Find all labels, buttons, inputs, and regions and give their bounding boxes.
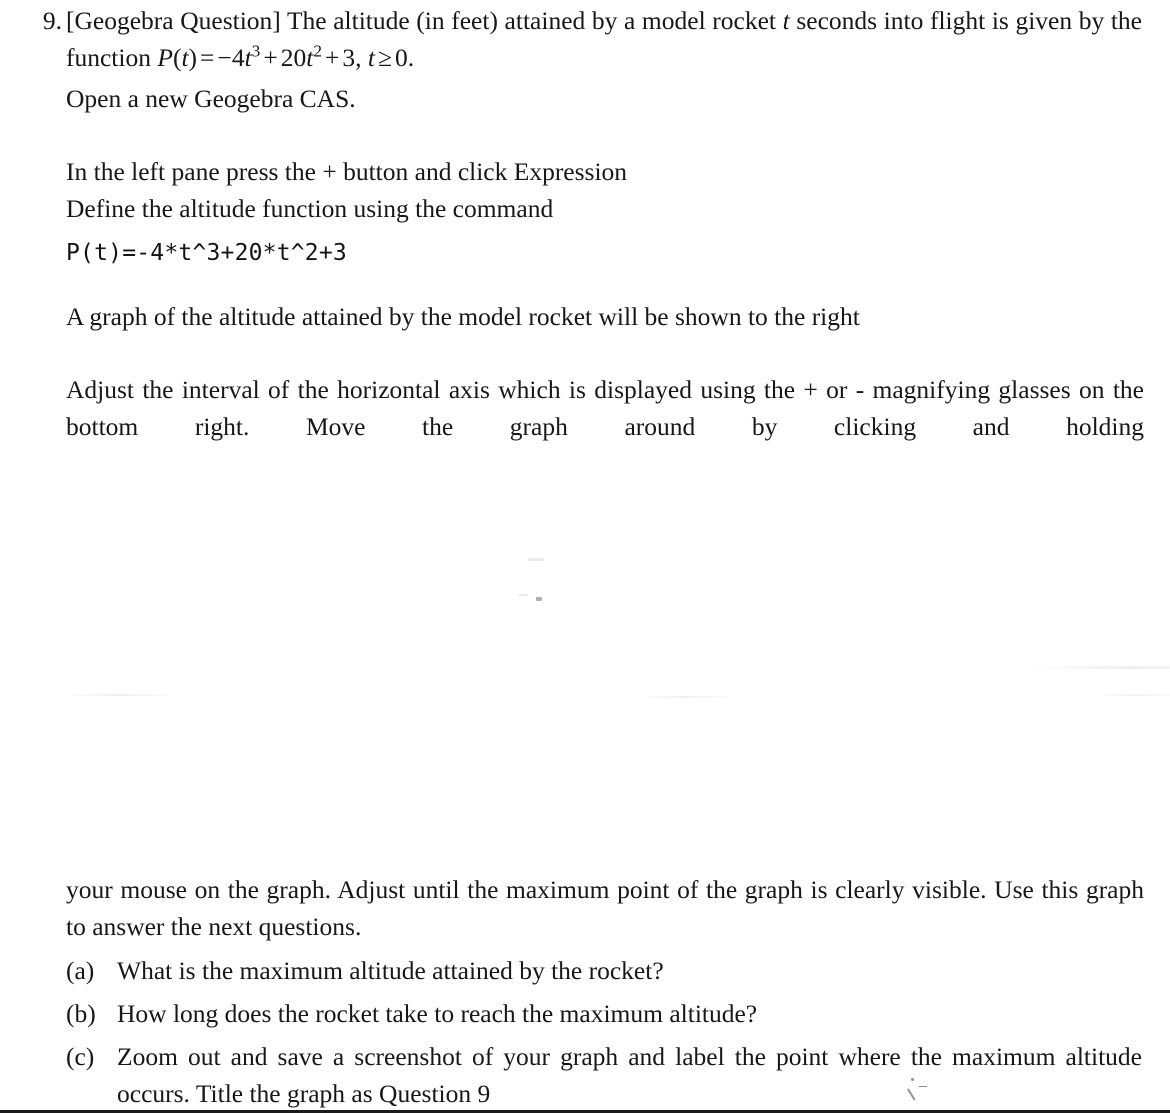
adjust-interval-paragraph-part1: Adjust the interval of the horizontal ax… bbox=[66, 375, 1144, 441]
intro-text-before-formula: [Geogebra Question] The altitude (in fee… bbox=[66, 6, 783, 35]
scan-streak bbox=[1026, 666, 1170, 669]
adjust-interval-paragraph-part2: your mouse on the graph. Adjust until th… bbox=[66, 875, 1144, 941]
geogebra-command-text: P(t)=-4*t^3+20*t^2+3 bbox=[66, 240, 347, 266]
subquestion-c-marker: (c) bbox=[66, 1042, 95, 1071]
formula-comma: , bbox=[355, 43, 368, 72]
pen-mark-icon bbox=[906, 1078, 928, 1104]
intro-variable-t: t bbox=[782, 6, 790, 35]
formula-plus-1: + bbox=[263, 43, 278, 72]
subquestion-c: (c) Zoom out and save a screenshot of yo… bbox=[0, 1038, 1170, 1112]
scan-speckle bbox=[528, 558, 544, 561]
subquestion-b-text: How long does the rocket take to reach t… bbox=[117, 999, 758, 1028]
question-intro-paragraph: [Geogebra Question] The altitude (in fee… bbox=[66, 2, 1142, 76]
subquestion-list: (a) What is the maximum altitude attaine… bbox=[0, 952, 1170, 1113]
formula-equals: = bbox=[200, 43, 215, 72]
graph-figure-placeholder bbox=[61, 444, 1170, 860]
formula-term3-constant: 3 bbox=[342, 43, 356, 72]
subquestion-c-text: Zoom out and save a screenshot of your g… bbox=[117, 1042, 1142, 1108]
question-number: 9. bbox=[42, 6, 62, 35]
formula-term1-coefficient: 4 bbox=[231, 43, 245, 72]
scan-streak bbox=[1096, 694, 1170, 696]
formula-term2-coefficient: 20 bbox=[280, 43, 307, 72]
subquestion-b-marker: (b) bbox=[66, 999, 96, 1028]
formula-plus-2: + bbox=[324, 43, 340, 72]
formula-period: . bbox=[407, 43, 415, 72]
formula-domain-variable: t bbox=[367, 43, 375, 72]
formula-paren-close: ) bbox=[188, 43, 198, 72]
instruction-define-function: Define the altitude function using the c… bbox=[66, 194, 554, 223]
scan-speckle bbox=[518, 594, 528, 596]
subquestion-a-text: What is the maximum altitude attained by… bbox=[117, 956, 664, 985]
document-page: 9. [Geogebra Question] The altitude (in … bbox=[0, 0, 1170, 1113]
formula-term2-exponent: 2 bbox=[313, 41, 322, 61]
subquestion-a: (a) What is the maximum altitude attaine… bbox=[0, 952, 1170, 989]
open-cas-line: Open a new Geogebra CAS. bbox=[66, 84, 356, 113]
graph-shown-note: A graph of the altitude attained by the … bbox=[66, 302, 860, 331]
subquestion-b: (b) How long does the rocket take to rea… bbox=[0, 995, 1170, 1032]
subquestion-a-marker: (a) bbox=[66, 956, 95, 985]
formula-argument: t bbox=[181, 43, 189, 72]
altitude-formula: P(t) = −4t3 +20t2 +3, t ≥0. bbox=[157, 41, 415, 72]
scan-streak bbox=[636, 696, 736, 698]
instruction-press-plus-expression: In the left pane press the + button and … bbox=[66, 157, 628, 186]
scan-streak bbox=[61, 694, 181, 696]
formula-function-name: P bbox=[157, 43, 173, 72]
formula-term1-variable: t bbox=[244, 43, 252, 72]
formula-term1-sign: − bbox=[217, 43, 232, 72]
scan-speckle bbox=[536, 597, 542, 601]
formula-domain-value: 0 bbox=[394, 43, 408, 72]
formula-domain-relation: ≥ bbox=[377, 43, 392, 72]
